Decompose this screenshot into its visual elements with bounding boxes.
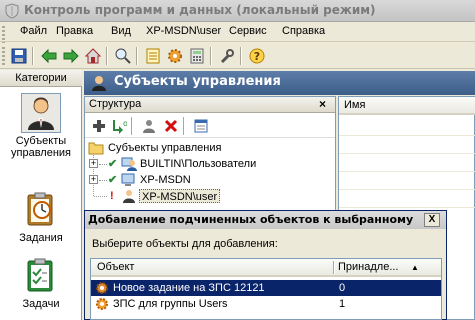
search-icon[interactable]	[114, 47, 132, 65]
category-subjects-label: Субъекты управления	[11, 135, 71, 159]
category-assignments-label: Задания	[19, 232, 63, 244]
help-icon[interactable]: ?	[248, 47, 266, 65]
dialog-title: Добавление подчиненных объектов к выбран…	[88, 213, 414, 226]
calculator-icon[interactable]	[188, 47, 206, 65]
warning-icon: !	[110, 190, 114, 202]
user-header-icon	[92, 76, 106, 91]
section-title: Субъекты управления	[114, 74, 281, 89]
dialog-title-bar[interactable]: Добавление подчиненных объектов к выбран…	[85, 211, 446, 229]
structure-separator	[183, 117, 185, 135]
tree-node-label: XP-MSDN	[140, 174, 191, 186]
svg-text:?: ?	[254, 50, 260, 63]
structure-toolbar: o	[85, 114, 335, 138]
menu-grip[interactable]	[2, 26, 5, 44]
save-icon[interactable]	[10, 47, 28, 65]
structure-header: Структура ×	[85, 97, 335, 113]
tools-wrench-icon[interactable]	[218, 47, 236, 65]
computer-icon	[121, 173, 135, 186]
menu-bar: Файл Правка Вид XP-MSDN\user Сервис Спра…	[0, 22, 475, 44]
toolbar-grip[interactable]	[2, 47, 5, 65]
column-belongs[interactable]: Принадле...	[338, 261, 398, 273]
list-item[interactable]: Новое задание на ЗПС 12121 0	[91, 280, 441, 296]
structure-separator	[131, 117, 133, 135]
toolbar: ?	[0, 43, 475, 69]
folder-icon	[88, 142, 104, 155]
expand-toggle[interactable]: +	[89, 159, 98, 168]
menu-edit[interactable]: Правка	[56, 25, 93, 37]
menu-file[interactable]: Файл	[20, 25, 47, 37]
add-icon[interactable]	[91, 118, 107, 134]
toolbar-separator	[210, 47, 212, 65]
toolbar-separator	[106, 47, 108, 65]
user-move-icon[interactable]	[141, 118, 157, 134]
list-item-object: ЗПС для группы Users	[113, 298, 228, 310]
title-bar[interactable]: Контроль программ и данных (локальный ре…	[0, 0, 475, 22]
properties-window-icon[interactable]	[193, 118, 209, 134]
app-shield-icon	[5, 3, 19, 19]
section-header: Субъекты управления	[84, 71, 475, 95]
menu-service[interactable]: Сервис	[229, 25, 267, 37]
tree-guide-line	[99, 164, 107, 165]
grid-line	[339, 207, 475, 208]
name-column-label: Имя	[344, 99, 366, 111]
toolbar-separator	[32, 47, 34, 65]
tree-node[interactable]: ! XP-MSDN\user	[88, 188, 221, 204]
user-agent-icon	[21, 93, 61, 133]
column-separator[interactable]	[333, 261, 335, 274]
check-icon: ✔	[108, 174, 118, 186]
name-column-header[interactable]: Имя	[339, 97, 475, 115]
list-item[interactable]: ЗПС для группы Users 1	[91, 296, 441, 312]
structure-title: Структура	[89, 98, 142, 110]
toolbar-separator	[240, 47, 242, 65]
check-icon: ✔	[108, 158, 118, 170]
svg-text:o: o	[123, 119, 127, 128]
dialog-close-button[interactable]: X	[424, 213, 440, 227]
menu-view[interactable]: Вид	[111, 25, 131, 37]
menu-help[interactable]: Справка	[282, 25, 325, 37]
menu-user[interactable]: XP-MSDN\user	[146, 25, 221, 37]
structure-close-button[interactable]: ×	[319, 97, 326, 111]
expand-toggle[interactable]: +	[89, 175, 98, 184]
grid-line	[339, 189, 475, 190]
tree-node-label: BUILTIN\Пользователи	[140, 158, 257, 170]
tree-guide-line	[94, 196, 107, 197]
dialog-prompt: Выберите объекты для добавления:	[92, 238, 278, 250]
toolbar-separator	[136, 47, 138, 65]
calendar-clipboard-icon	[21, 190, 61, 230]
categories-header: Категории	[0, 70, 82, 87]
back-arrow-icon[interactable]	[40, 47, 58, 65]
tree-root-label: Субъекты управления	[108, 142, 222, 154]
grid-line	[339, 171, 475, 172]
column-object[interactable]: Объект	[97, 261, 134, 273]
list-header: Объект Принадле... ▲	[91, 259, 441, 277]
user-group-icon	[121, 157, 137, 171]
grid-line	[339, 135, 475, 136]
list-item-object: Новое задание на ЗПС 12121	[113, 282, 265, 294]
tasks-clipboard-icon	[21, 256, 61, 296]
category-tasks[interactable]: Задачи	[0, 256, 82, 310]
grid-line	[339, 153, 475, 154]
add-child-icon[interactable]: o	[111, 118, 127, 134]
home-icon[interactable]	[84, 47, 102, 65]
document-icon[interactable]	[144, 47, 162, 65]
tree-node-label: XP-MSDN\user	[139, 189, 221, 203]
window-title: Контроль программ и данных (локальный ре…	[24, 3, 376, 17]
delete-icon[interactable]	[163, 118, 179, 134]
task-gear-icon	[96, 298, 108, 310]
gear-icon[interactable]	[166, 47, 184, 65]
list-item-belongs: 1	[339, 298, 346, 310]
list-item-belongs: 0	[339, 282, 346, 294]
sort-ascending-icon: ▲	[411, 263, 419, 272]
task-gear-icon	[96, 282, 108, 294]
tree-guide-line	[99, 180, 107, 181]
category-assignments[interactable]: Задания	[0, 190, 82, 244]
forward-arrow-icon[interactable]	[62, 47, 80, 65]
category-tasks-label: Задачи	[22, 298, 60, 310]
user-icon	[123, 190, 135, 203]
category-subjects[interactable]: Субъекты управления	[0, 93, 82, 159]
